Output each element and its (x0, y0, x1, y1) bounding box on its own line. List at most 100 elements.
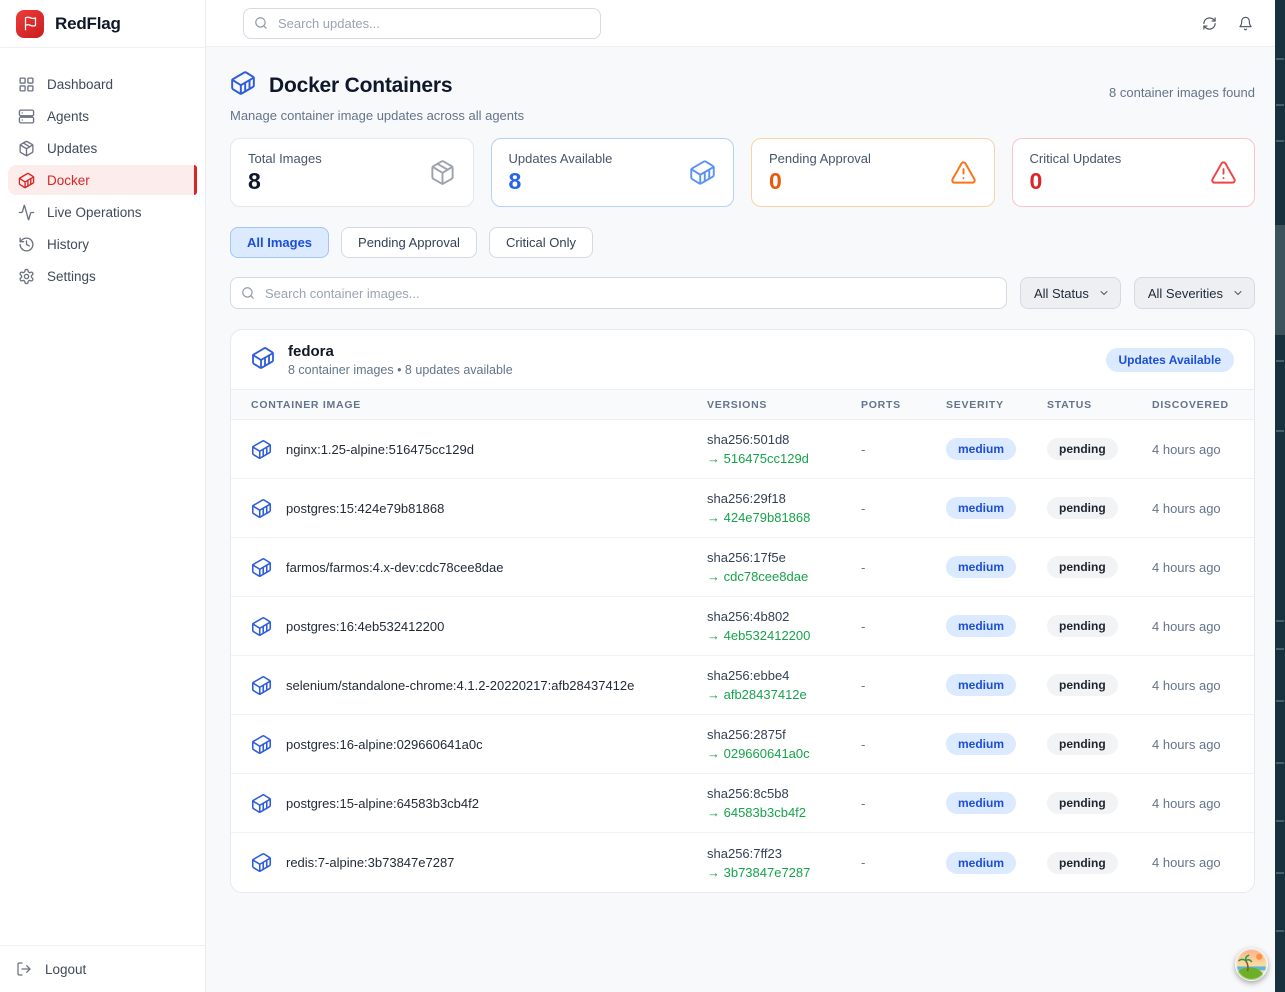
filter-tabs: All Images Pending Approval Critical Onl… (230, 227, 1255, 258)
sidebar-item[interactable]: Agents (8, 101, 197, 131)
table-row[interactable]: redis:7-alpine:3b73847e7287 sha256:7ff23… (231, 833, 1254, 892)
redflag-logo (16, 10, 44, 38)
stat-card: Critical Updates 0 (1012, 138, 1256, 207)
scrollbar-thumb[interactable] (1275, 225, 1285, 335)
filter-tab-label: Critical Only (506, 235, 576, 250)
flag-icon (23, 16, 38, 31)
table-header: Container Image Versions Ports Severity … (231, 389, 1254, 420)
version-target: → afb28437412e (707, 687, 861, 702)
container-image-name: postgres:15-alpine:64583b3cb4f2 (286, 796, 479, 811)
stat-value: 0 (1030, 168, 1122, 195)
ports-cell: - (861, 560, 946, 575)
sidebar-item-label: Updates (47, 141, 97, 156)
status-filter-value: All Status (1034, 286, 1089, 301)
severity-badge: medium (946, 556, 1016, 578)
brand-header: RedFlag (0, 0, 205, 48)
table-row[interactable]: farmos/farmos:4.x-dev:cdc78cee8dae sha25… (231, 538, 1254, 597)
container-cube-icon (251, 439, 272, 460)
container-image-name: postgres:16-alpine:029660641a0c (286, 737, 483, 752)
col-container-image: Container Image (251, 399, 707, 411)
version-current: sha256:2875f (707, 727, 861, 742)
app-window: RedFlag Dashboard Agents Updates Docker … (0, 0, 1285, 992)
global-search (243, 8, 601, 39)
container-image-cell: postgres:16:4eb532412200 (251, 616, 707, 637)
group-header[interactable]: fedora 8 container images • 8 updates av… (231, 330, 1254, 389)
version-target: → 4eb532412200 (707, 628, 861, 643)
versions-cell: sha256:8c5b8 → 64583b3cb4f2 (707, 786, 861, 820)
filter-tab[interactable]: All Images (230, 227, 329, 258)
severity-badge: medium (946, 438, 1016, 460)
versions-cell: sha256:29f18 → 424e79b81868 (707, 491, 861, 525)
table-row[interactable]: nginx:1.25-alpine:516475cc129d sha256:50… (231, 420, 1254, 479)
severity-filter-select[interactable]: All Severities (1134, 277, 1255, 309)
discovered-cell: 4 hours ago (1152, 678, 1254, 693)
container-image-name: farmos/farmos:4.x-dev:cdc78cee8dae (286, 560, 504, 575)
topbar (206, 0, 1285, 47)
versions-cell: sha256:17f5e → cdc78cee8dae (707, 550, 861, 584)
sidebar-item[interactable]: Updates (8, 133, 197, 163)
sidebar-item[interactable]: Live Operations (8, 197, 197, 227)
notifications-button[interactable] (1238, 16, 1253, 31)
sidebar-item-label: Agents (47, 109, 89, 124)
container-cube-icon (251, 616, 272, 637)
image-search-input[interactable] (230, 277, 1007, 309)
table-row[interactable]: selenium/standalone-chrome:4.1.2-2022021… (231, 656, 1254, 715)
container-image-cell: postgres:15:424e79b81868 (251, 498, 707, 519)
container-image-cell: postgres:15-alpine:64583b3cb4f2 (251, 793, 707, 814)
severity-badge: medium (946, 733, 1016, 755)
table-row[interactable]: postgres:15:424e79b81868 sha256:29f18 → … (231, 479, 1254, 538)
status-badge: pending (1047, 615, 1118, 637)
container-cube-icon (251, 557, 272, 578)
table-row[interactable]: postgres:15-alpine:64583b3cb4f2 sha256:8… (231, 774, 1254, 833)
refresh-button[interactable] (1202, 16, 1217, 31)
discovered-cell: 4 hours ago (1152, 501, 1254, 516)
filter-tab[interactable]: Pending Approval (341, 227, 477, 258)
stat-label: Updates Available (509, 151, 613, 166)
version-current: sha256:8c5b8 (707, 786, 861, 801)
col-versions: Versions (707, 399, 861, 411)
group-name: fedora (288, 343, 513, 360)
container-image-cell: redis:7-alpine:3b73847e7287 (251, 852, 707, 873)
global-search-input[interactable] (243, 8, 601, 39)
col-discovered: Discovered (1152, 399, 1254, 411)
ports-cell: - (861, 442, 946, 457)
group-meta: 8 container images • 8 updates available (288, 363, 513, 377)
status-badge: pending (1047, 733, 1118, 755)
status-badge: pending (1047, 792, 1118, 814)
search-icon (254, 16, 268, 30)
package-icon (429, 159, 456, 186)
severity-badge: medium (946, 615, 1016, 637)
island-widget-button[interactable] (1235, 948, 1268, 981)
filter-tab[interactable]: Critical Only (489, 227, 593, 258)
severity-filter-value: All Severities (1148, 286, 1223, 301)
logout-button[interactable]: Logout (16, 961, 189, 977)
table-row[interactable]: postgres:16:4eb532412200 sha256:4b802 → … (231, 597, 1254, 656)
container-image-name: redis:7-alpine:3b73847e7287 (286, 855, 454, 870)
container-cube-icon (251, 675, 272, 696)
ports-cell: - (861, 855, 946, 870)
bell-icon (1238, 16, 1253, 31)
status-filter-select[interactable]: All Status (1020, 277, 1121, 309)
ports-cell: - (861, 678, 946, 693)
container-cube-icon (251, 346, 275, 375)
versions-cell: sha256:4b802 → 4eb532412200 (707, 609, 861, 643)
container-cube-icon (251, 793, 272, 814)
sidebar-item[interactable]: History (8, 229, 197, 259)
sidebar-item[interactable]: Dashboard (8, 69, 197, 99)
filter-tab-label: All Images (247, 235, 312, 250)
version-target: → cdc78cee8dae (707, 569, 861, 584)
sidebar-item[interactable]: Docker (8, 165, 197, 195)
docker-page-icon (230, 70, 256, 101)
minimap-scrollbar[interactable] (1275, 0, 1285, 992)
sidebar-item[interactable]: Settings (8, 261, 197, 291)
table-row[interactable]: postgres:16-alpine:029660641a0c sha256:2… (231, 715, 1254, 774)
sidebar-item-label: History (47, 237, 89, 252)
version-current: sha256:7ff23 (707, 846, 861, 861)
alert-triangle-icon (1210, 159, 1237, 186)
stat-label: Total Images (248, 151, 322, 166)
severity-badge: medium (946, 497, 1016, 519)
stat-value: 8 (248, 168, 322, 195)
stat-value: 0 (769, 168, 871, 195)
version-target: → 029660641a0c (707, 746, 861, 761)
docker-container-icon (18, 172, 35, 189)
